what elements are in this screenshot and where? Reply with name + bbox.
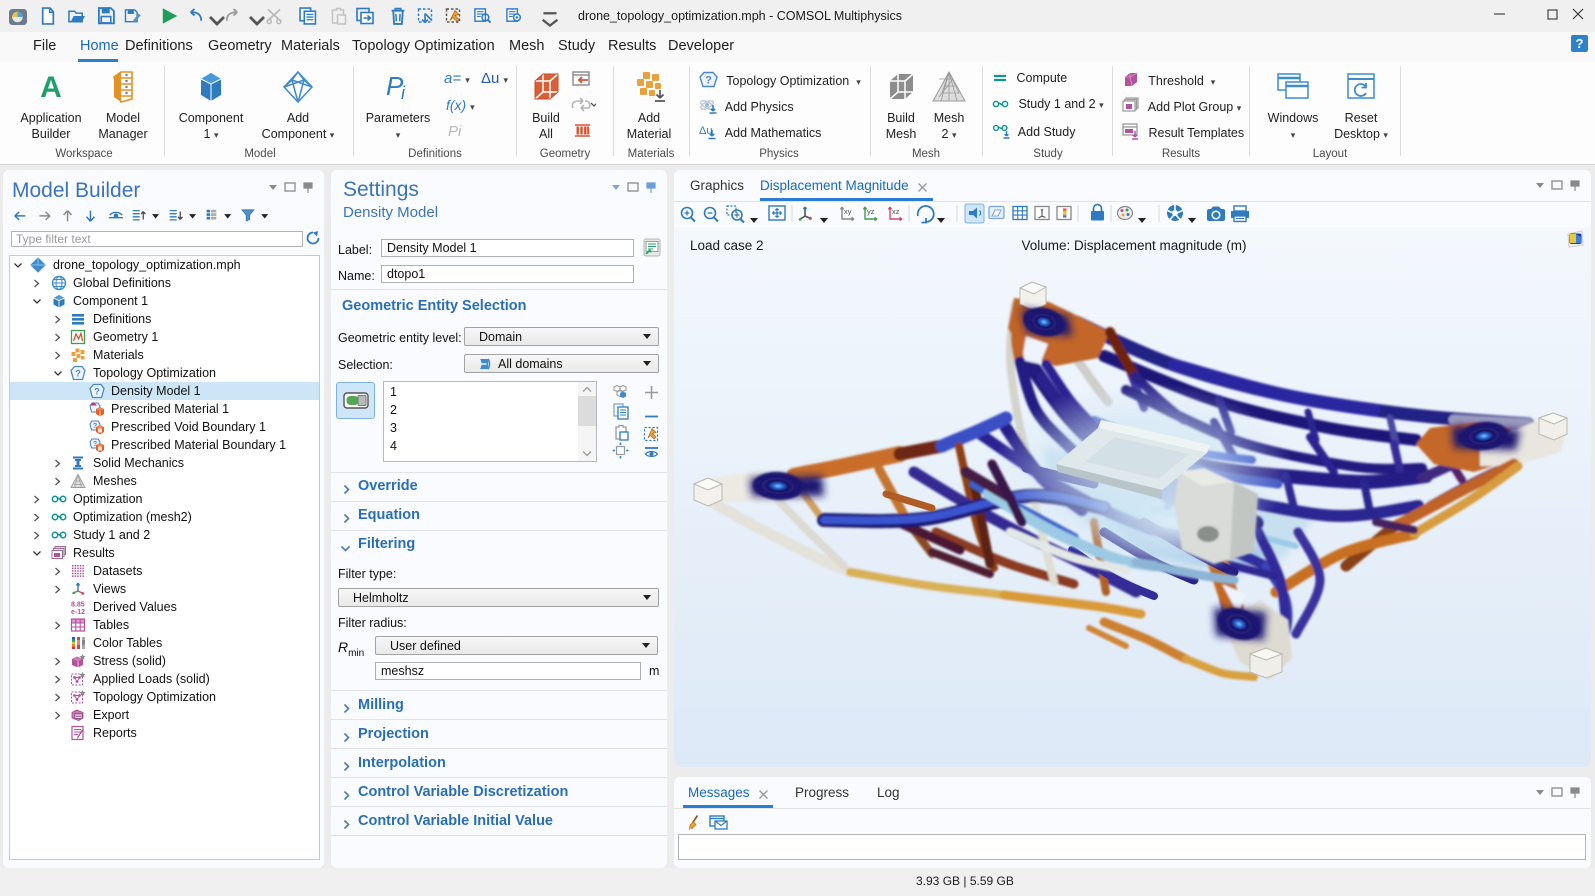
svg-text:?: ? — [75, 369, 81, 380]
svg-text:i: i — [401, 83, 406, 103]
svg-text:yz: yz — [867, 207, 875, 216]
svg-text:xz: xz — [892, 207, 900, 216]
svg-text:8.85: 8.85 — [71, 602, 85, 609]
svg-text:?: ? — [1576, 36, 1584, 51]
svg-text:?: ? — [94, 387, 100, 398]
svg-text:A: A — [40, 71, 62, 104]
svg-text:e-12: e-12 — [71, 609, 85, 615]
svg-text:xy: xy — [844, 207, 852, 216]
svg-text:?: ? — [705, 75, 712, 87]
